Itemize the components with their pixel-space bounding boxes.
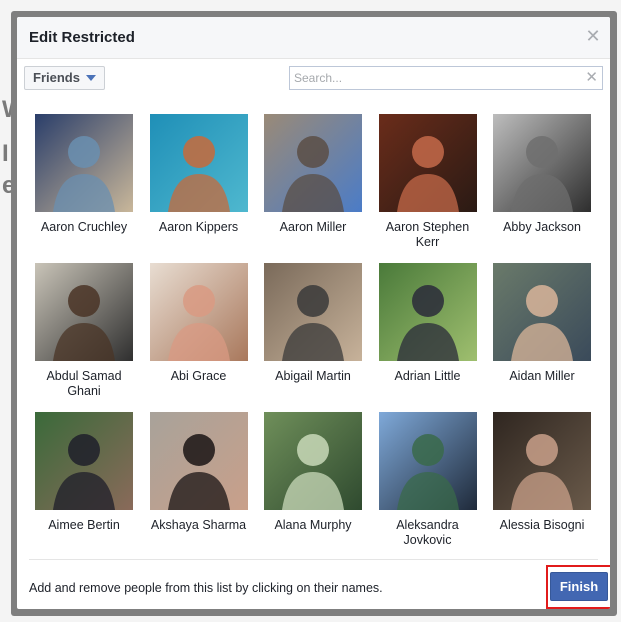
clear-search-icon[interactable]: ✕ xyxy=(585,68,598,88)
person-name: Aaron Miller xyxy=(279,220,347,234)
person-tile[interactable]: Akshaya Sharma xyxy=(142,412,256,533)
person-tile[interactable]: Abdul Samad Ghani xyxy=(27,263,141,399)
person-name: Aaron Kippers xyxy=(158,220,239,234)
person-tile[interactable]: Alana Murphy xyxy=(256,412,370,533)
person-name: Abdul Samad Ghani xyxy=(46,369,122,398)
footer-divider xyxy=(29,559,598,560)
search-box: ✕ xyxy=(289,66,603,90)
dialog-toolbar: Friends ✕ xyxy=(17,59,610,99)
background-text: I xyxy=(2,140,9,167)
person-tile[interactable]: Alessia Bisogni xyxy=(485,412,599,533)
person-tile[interactable]: Abigail Martin xyxy=(256,263,370,384)
footer-hint: Add and remove people from this list by … xyxy=(29,581,383,595)
person-tile[interactable]: Adrian Little xyxy=(371,263,485,384)
finish-button[interactable]: Finish xyxy=(550,572,608,601)
person-name: Adrian Little xyxy=(394,369,461,383)
profile-photo xyxy=(35,114,133,212)
person-name: Aleksandra Jovkovic xyxy=(396,518,459,547)
person-name: Aaron Stephen Kerr xyxy=(385,220,470,249)
person-name: Alana Murphy xyxy=(274,518,352,532)
person-name: Akshaya Sharma xyxy=(150,518,247,532)
person-tile[interactable]: Abi Grace xyxy=(142,263,256,384)
search-input[interactable] xyxy=(290,67,588,89)
profile-photo xyxy=(149,412,248,510)
person-name: Abby Jackson xyxy=(503,220,581,234)
person-tile[interactable]: Aaron Kippers xyxy=(142,114,256,235)
person-tile[interactable]: Aimee Bertin xyxy=(27,412,141,533)
profile-photo xyxy=(264,412,362,510)
person-tile[interactable]: Aleksandra Jovkovic xyxy=(371,412,485,548)
profile-photo xyxy=(264,263,362,361)
person-tile[interactable]: Aaron Cruchley xyxy=(27,114,141,235)
profile-photo xyxy=(378,263,477,361)
person-name: Aimee Bertin xyxy=(48,518,120,532)
person-name: Abigail Martin xyxy=(275,369,351,383)
profile-photo xyxy=(149,263,248,361)
person-name: Aaron Cruchley xyxy=(40,220,128,234)
friends-filter-label: Friends xyxy=(33,70,80,85)
person-name: Alessia Bisogni xyxy=(499,518,585,532)
profile-photo xyxy=(35,263,133,361)
dialog-title: Edit Restricted xyxy=(29,29,135,46)
close-icon[interactable]: ✕ xyxy=(584,27,602,45)
friends-filter-dropdown[interactable]: Friends xyxy=(24,66,105,90)
profile-photo xyxy=(149,114,248,212)
person-name: Abi Grace xyxy=(170,369,227,383)
profile-photo xyxy=(378,412,477,510)
profile-photo xyxy=(264,114,362,212)
profile-photo xyxy=(378,114,477,212)
edit-restricted-dialog: Edit Restricted ✕ Friends ✕ Aaron Cruchl… xyxy=(17,17,610,609)
dialog-header: Edit Restricted ✕ xyxy=(17,17,610,59)
profile-photo xyxy=(493,263,591,361)
person-tile[interactable]: Aaron Miller xyxy=(256,114,370,235)
person-tile[interactable]: Aaron Stephen Kerr xyxy=(371,114,485,250)
person-tile[interactable]: Abby Jackson xyxy=(485,114,599,235)
profile-photo xyxy=(493,412,591,510)
profile-photo xyxy=(35,412,133,510)
person-tile[interactable]: Aidan Miller xyxy=(485,263,599,384)
profile-photo xyxy=(493,114,591,212)
caret-down-icon xyxy=(85,75,96,81)
person-name: Aidan Miller xyxy=(509,369,575,383)
